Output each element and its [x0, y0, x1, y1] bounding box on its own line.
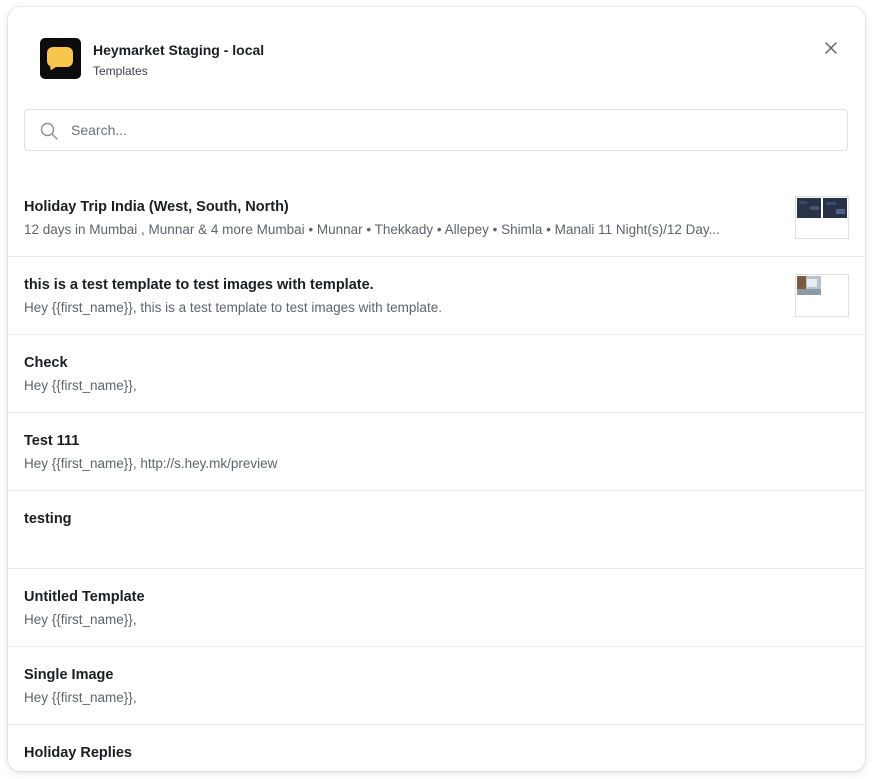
template-title: testing — [24, 511, 72, 527]
close-button[interactable] — [820, 37, 842, 59]
template-preview: Hey {{first_name}}, this is a test templ… — [24, 300, 442, 315]
template-preview: Hey {{first_name}}, http://s.hey.mk/prev… — [24, 456, 278, 471]
template-preview: Hey {{first_name}}, — [24, 378, 137, 393]
template-title: Test 111 — [24, 433, 80, 449]
dialog-header: Heymarket Staging - local Templates — [8, 7, 865, 107]
template-item-test-images[interactable]: this is a test template to test images w… — [8, 257, 865, 335]
search-icon — [40, 122, 58, 140]
template-preview: Hey {{first_name}}, — [24, 690, 137, 705]
template-list: Holiday Trip India (West, South, North) … — [8, 179, 865, 771]
template-title: Holiday Replies — [24, 745, 132, 761]
template-title: Untitled Template — [24, 589, 145, 605]
template-title: this is a test template to test images w… — [24, 277, 374, 293]
template-item-holiday-replies[interactable]: Holiday Replies — [8, 725, 865, 771]
app-title: Heymarket Staging - local — [93, 42, 265, 58]
template-item-test-111[interactable]: Test 111 Hey {{first_name}}, http://s.he… — [8, 413, 865, 491]
template-thumbnail — [795, 274, 849, 317]
template-thumbnail — [795, 196, 849, 239]
close-icon — [825, 42, 837, 54]
template-title: Holiday Trip India (West, South, North) — [24, 199, 289, 215]
template-item-check[interactable]: Check Hey {{first_name}}, — [8, 335, 865, 413]
search-input[interactable] — [71, 118, 831, 142]
template-item-untitled-template[interactable]: Untitled Template Hey {{first_name}}, — [8, 569, 865, 647]
template-title: Single Image — [24, 667, 114, 683]
page-subtitle: Templates — [93, 64, 148, 78]
template-preview: Hey {{first_name}}, — [24, 612, 137, 627]
template-item-holiday-trip-india[interactable]: Holiday Trip India (West, South, North) … — [8, 179, 865, 257]
templates-dialog: Heymarket Staging - local Templates Holi… — [8, 7, 865, 771]
template-title: Check — [24, 355, 68, 371]
template-preview: 12 days in Mumbai , Munnar & 4 more Mumb… — [24, 222, 720, 237]
search-box[interactable] — [24, 109, 848, 151]
template-item-testing[interactable]: testing — [8, 491, 865, 569]
chat-bubble-logo-icon — [40, 38, 81, 79]
template-item-single-image[interactable]: Single Image Hey {{first_name}}, — [8, 647, 865, 725]
